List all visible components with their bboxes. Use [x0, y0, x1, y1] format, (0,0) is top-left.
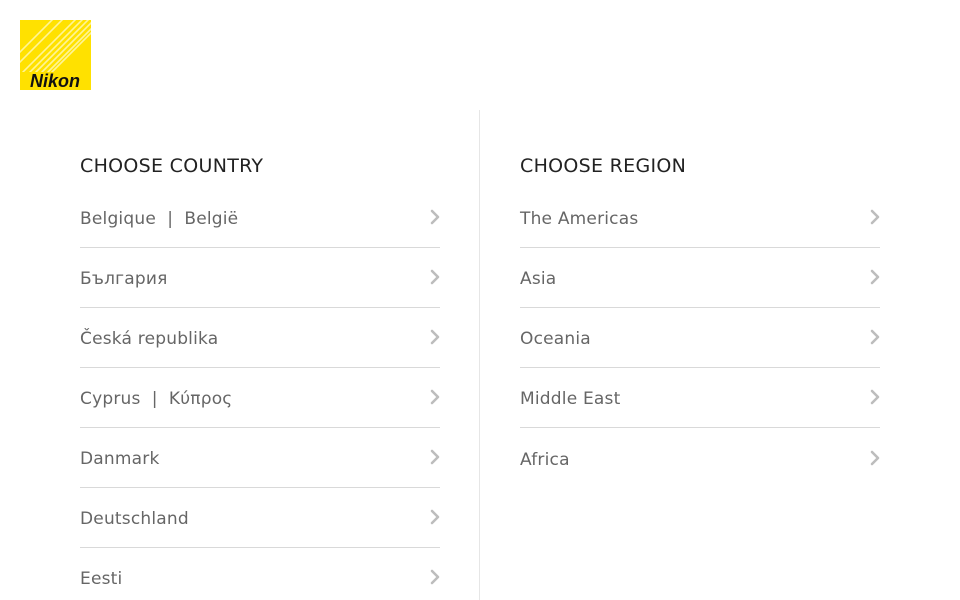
country-column: CHOOSE COUNTRY Belgique | België Българи… [80, 152, 440, 600]
list-item-label: България [80, 269, 168, 289]
country-item-deutschland[interactable]: Deutschland [80, 488, 440, 548]
country-item-czech-republic[interactable]: Česká republika [80, 308, 440, 368]
chevron-right-icon [870, 269, 880, 285]
region-item-the-americas[interactable]: The Americas [520, 180, 880, 248]
list-item-label: Middle East [520, 389, 621, 409]
country-item-bulgaria[interactable]: България [80, 248, 440, 308]
chevron-right-icon [430, 449, 440, 465]
chevron-right-icon [870, 389, 880, 405]
choose-region-title: CHOOSE REGION [520, 155, 687, 177]
country-item-eesti[interactable]: Eesti [80, 548, 440, 600]
chevron-right-icon [430, 329, 440, 345]
country-selector-page: Nikon CHOOSE COUNTRY Belgique | België Б… [0, 0, 960, 600]
country-list: Belgique | België България Česká republi… [80, 180, 440, 600]
chevron-right-icon [870, 329, 880, 345]
list-item-label: The Americas [520, 209, 639, 229]
region-item-africa[interactable]: Africa [520, 428, 880, 488]
chevron-right-icon [430, 389, 440, 405]
logo-wordmark: Nikon [30, 71, 80, 90]
country-item-belgique[interactable]: Belgique | België [80, 180, 440, 248]
region-item-middle-east[interactable]: Middle East [520, 368, 880, 428]
chevron-right-icon [870, 209, 880, 225]
column-divider [479, 110, 480, 600]
region-item-asia[interactable]: Asia [520, 248, 880, 308]
choose-country-title: CHOOSE COUNTRY [80, 155, 264, 177]
list-item-label: Danmark [80, 449, 160, 469]
list-item-label: Belgique | België [80, 209, 239, 229]
chevron-right-icon [870, 450, 880, 466]
chevron-right-icon [430, 569, 440, 585]
chevron-right-icon [430, 509, 440, 525]
country-item-danmark[interactable]: Danmark [80, 428, 440, 488]
nikon-logo[interactable]: Nikon [20, 20, 91, 90]
chevron-right-icon [430, 269, 440, 285]
region-item-oceania[interactable]: Oceania [520, 308, 880, 368]
region-column: CHOOSE REGION The Americas Asia Oceania [520, 152, 880, 488]
list-item-label: Deutschland [80, 509, 189, 529]
list-item-label: Africa [520, 450, 570, 470]
list-item-label: Česká republika [80, 329, 219, 349]
region-list: The Americas Asia Oceania Middle East Af… [520, 180, 880, 488]
chevron-right-icon [430, 209, 440, 225]
country-item-cyprus[interactable]: Cyprus | Κύπρος [80, 368, 440, 428]
list-item-label: Oceania [520, 329, 591, 349]
list-item-label: Asia [520, 269, 557, 289]
list-item-label: Eesti [80, 569, 123, 589]
list-item-label: Cyprus | Κύπρος [80, 389, 233, 409]
